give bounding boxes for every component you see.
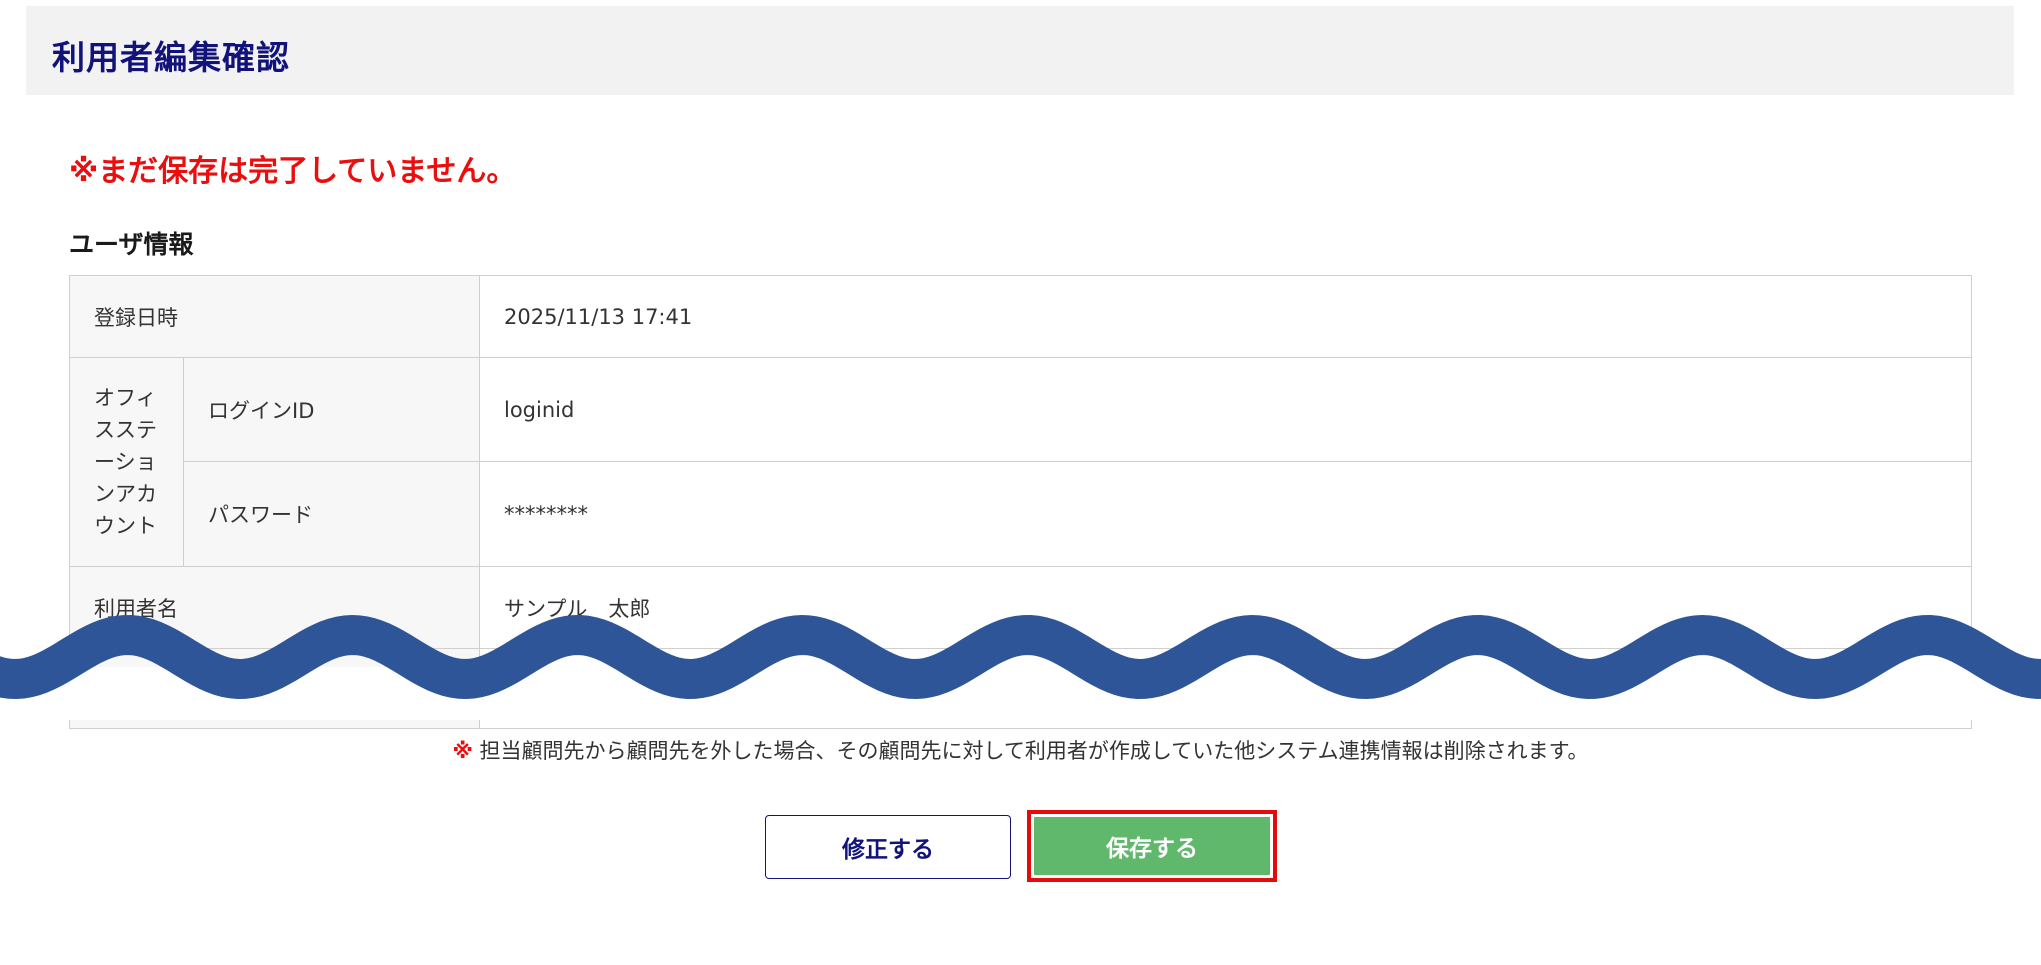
page-title: 利用者編集確認	[52, 38, 290, 77]
page-header: 利用者編集確認	[26, 6, 2014, 95]
save-button[interactable]: 保存する	[1034, 817, 1270, 875]
registered-date-value: 2025/11/13 17:41	[479, 275, 1972, 358]
table-row: オフィスステーションアカウント ログインID loginid	[69, 357, 1972, 567]
section-title: ユーザ情報	[69, 230, 194, 259]
content-break-wave	[0, 614, 2041, 720]
edit-button[interactable]: 修正する	[765, 815, 1011, 879]
office-station-account-label: オフィスステーションアカウント	[69, 357, 184, 567]
deletion-note: ※ 担当顧問先から顧問先を外した場合、その顧問先に対して利用者が作成していた他シ…	[0, 735, 2041, 765]
registered-date-label: 登録日時	[69, 275, 480, 358]
password-value: ********	[479, 461, 1972, 567]
note-mark: ※	[452, 739, 473, 763]
login-id-value: loginid	[479, 357, 1972, 462]
note-text: 担当顧問先から顧問先を外した場合、その顧問先に対して利用者が作成していた他システ…	[479, 739, 1589, 763]
table-row: パスワード ********	[70, 461, 1972, 567]
password-label: パスワード	[183, 461, 480, 567]
unsaved-warning: ※まだ保存は完了していません。	[69, 154, 517, 189]
table-row: 登録日時 2025/11/13 17:41	[69, 275, 1972, 358]
login-id-label: ログインID	[183, 357, 480, 462]
